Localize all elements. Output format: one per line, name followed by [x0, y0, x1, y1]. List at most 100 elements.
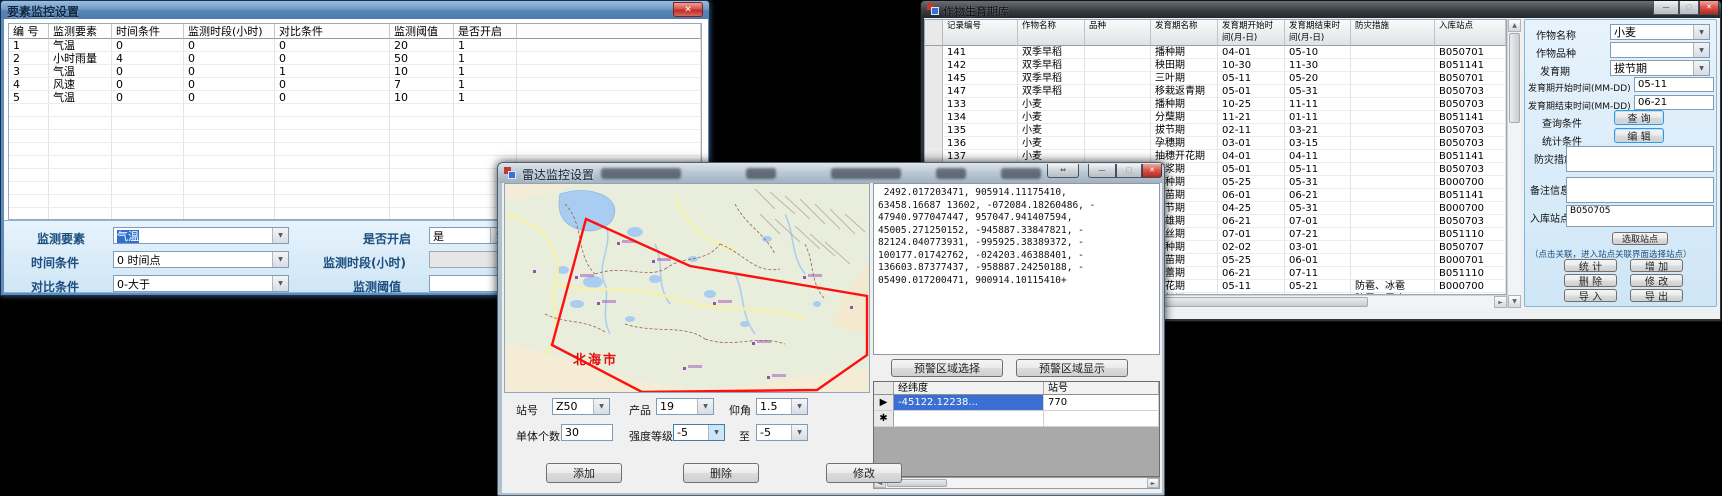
table-row[interactable]: [9, 130, 701, 143]
table-cell: 发育期开始时间(月-日): [1218, 20, 1285, 46]
area-select-button[interactable]: 预警区域选择: [891, 359, 1003, 377]
table-row[interactable]: 135小麦拔节期02-1103-21B050703: [925, 124, 1506, 137]
crop-table-vscrollbar[interactable]: ▲ ▼: [1507, 19, 1521, 308]
table-row[interactable]: 3气温001101: [9, 65, 701, 78]
table-row[interactable]: 145双季早稻三叶期05-1105-20B050701: [925, 72, 1506, 85]
threshold-field[interactable]: [429, 275, 507, 292]
start-time-field[interactable]: 05-11: [1634, 77, 1714, 92]
end-time-field[interactable]: 06-21: [1634, 95, 1714, 110]
time-condition-combo[interactable]: 0 时间点 ▼: [113, 251, 289, 268]
table-cell: [112, 117, 184, 130]
import-button[interactable]: 导 入: [1564, 289, 1617, 302]
scroll-down-icon[interactable]: ▼: [1508, 295, 1521, 308]
modify-button[interactable]: 修改: [826, 463, 902, 483]
chevron-down-icon[interactable]: ▼: [1693, 25, 1709, 39]
query-condition-label: 查询条件: [1542, 115, 1582, 130]
pick-station-button[interactable]: 选取站点: [1612, 232, 1668, 245]
scroll-up-icon[interactable]: ▲: [1508, 19, 1521, 32]
delete-record-button[interactable]: 删 除: [1564, 274, 1617, 287]
edit-button[interactable]: 编 辑: [1614, 128, 1664, 143]
table-row[interactable]: 136小麦孕穗期03-0103-15B050703: [925, 137, 1506, 150]
query-button[interactable]: 查 询: [1614, 110, 1664, 125]
remark-textarea[interactable]: [1566, 177, 1714, 203]
period-field[interactable]: [429, 251, 507, 268]
station-field[interactable]: B050705: [1566, 205, 1714, 227]
element-value: 气温: [117, 230, 139, 243]
scroll-right-icon[interactable]: ►: [1147, 478, 1159, 488]
chevron-down-icon[interactable]: ▼: [1693, 43, 1709, 57]
variety-combo[interactable]: ▼: [1610, 42, 1710, 58]
close-button[interactable]: ✕: [1142, 164, 1162, 178]
chevron-down-icon[interactable]: ▼: [593, 399, 609, 414]
table-row[interactable]: 147双季早稻移栽返青期05-0105-31B050703: [925, 85, 1506, 98]
compare-condition-combo[interactable]: 0-大于 ▼: [113, 275, 289, 292]
period-combo[interactable]: 拔节期 ▼: [1610, 60, 1710, 76]
table-cell: 气温: [49, 91, 112, 104]
chevron-down-icon[interactable]: ▼: [272, 228, 288, 243]
export-button[interactable]: 导 出: [1630, 289, 1683, 302]
close-button[interactable]: ✕: [1699, 1, 1719, 15]
chevron-down-icon[interactable]: ▼: [697, 399, 713, 414]
chevron-down-icon[interactable]: ▼: [272, 252, 288, 267]
area-grid-hscrollbar[interactable]: ◄ ►: [873, 477, 1160, 489]
enabled-combo[interactable]: 是 ▼: [429, 227, 507, 244]
table-row[interactable]: 5气温000101: [9, 91, 701, 104]
measures-textarea[interactable]: [1566, 146, 1714, 172]
vscroll-thumb[interactable]: [1509, 33, 1520, 123]
crop-name-combo[interactable]: 小麦 ▼: [1610, 24, 1710, 40]
minimize-button[interactable]: —: [1653, 1, 1679, 15]
table-cell: [1351, 111, 1435, 124]
minimize-button[interactable]: —: [1088, 164, 1116, 178]
table-row[interactable]: 134小麦分蘖期11-2101-11B051141: [925, 111, 1506, 124]
table-row[interactable]: [9, 104, 701, 117]
add-record-button[interactable]: 增 加: [1630, 259, 1683, 272]
table-cell: 小麦: [1018, 111, 1085, 124]
table-row[interactable]: [9, 117, 701, 130]
chevron-down-icon[interactable]: ▼: [791, 399, 807, 414]
table-row[interactable]: 133小麦播种期10-2511-11B050703: [925, 98, 1506, 111]
table-row[interactable]: 4风速00071: [9, 78, 701, 91]
station-number-combo[interactable]: Z50 ▼: [552, 398, 610, 415]
table-cell: [184, 182, 275, 195]
table-row[interactable]: [9, 143, 701, 156]
table-cell: [112, 130, 184, 143]
element-combo[interactable]: 气温 ▼: [113, 227, 289, 244]
polygon-coordinates-box[interactable]: 2492.017203471, 905914.11175410, 63458.1…: [873, 183, 1160, 355]
delete-button[interactable]: 删除: [683, 463, 759, 483]
table-cell: 0: [275, 52, 390, 65]
resize-button[interactable]: ⇔: [1047, 164, 1079, 178]
elevation-combo[interactable]: 1.5 ▼: [756, 398, 808, 415]
table-cell: 10: [390, 65, 454, 78]
chevron-down-icon[interactable]: ▼: [1693, 61, 1709, 75]
table-row[interactable]: 1气温000201: [9, 39, 701, 52]
crop-window-titlebar[interactable]: 作物生育期库 — ▢ ✕: [921, 1, 1721, 18]
stat-button[interactable]: 统 计: [1564, 259, 1617, 272]
maximize-button[interactable]: ▢: [1679, 1, 1699, 15]
table-row[interactable]: ✱: [874, 411, 1159, 427]
map-view[interactable]: 北海市: [504, 183, 870, 393]
scroll-right-icon[interactable]: ►: [1494, 296, 1507, 308]
area-show-button[interactable]: 预警区域显示: [1016, 359, 1128, 377]
close-button[interactable]: ✕: [673, 2, 703, 17]
table-row[interactable]: 142双季早稻秧田期10-3011-30B051141: [925, 59, 1506, 72]
table-row[interactable]: 141双季早稻播种期04-0105-10B050701: [925, 46, 1506, 59]
cell-count-field[interactable]: 30: [561, 424, 613, 441]
area-grid[interactable]: 经纬度站号▶-45122.12238...770✱: [873, 381, 1160, 477]
intensity-combo[interactable]: -5 ▼: [673, 424, 725, 441]
chevron-down-icon[interactable]: ▼: [791, 425, 807, 440]
add-button[interactable]: 添加: [546, 463, 622, 483]
product-combo[interactable]: 19 ▼: [656, 398, 714, 415]
table-cell: 1: [454, 65, 517, 78]
chevron-down-icon[interactable]: ▼: [708, 425, 724, 440]
monitor-window-titlebar[interactable]: 要素监控设置: [1, 1, 709, 19]
radar-window-titlebar[interactable]: 雷达监控设置 ⇔ — ▢ ✕: [498, 163, 1164, 183]
table-cell: 05-21: [1285, 280, 1351, 293]
table-cell: 50: [390, 52, 454, 65]
to-combo[interactable]: -5 ▼: [756, 424, 808, 441]
modify-record-button[interactable]: 修 改: [1630, 274, 1683, 287]
table-cell: [9, 104, 49, 117]
table-row[interactable]: 2小时雨量400501: [9, 52, 701, 65]
maximize-button[interactable]: ▢: [1116, 164, 1142, 178]
chevron-down-icon[interactable]: ▼: [272, 276, 288, 291]
table-row[interactable]: ▶-45122.12238...770: [874, 395, 1159, 411]
